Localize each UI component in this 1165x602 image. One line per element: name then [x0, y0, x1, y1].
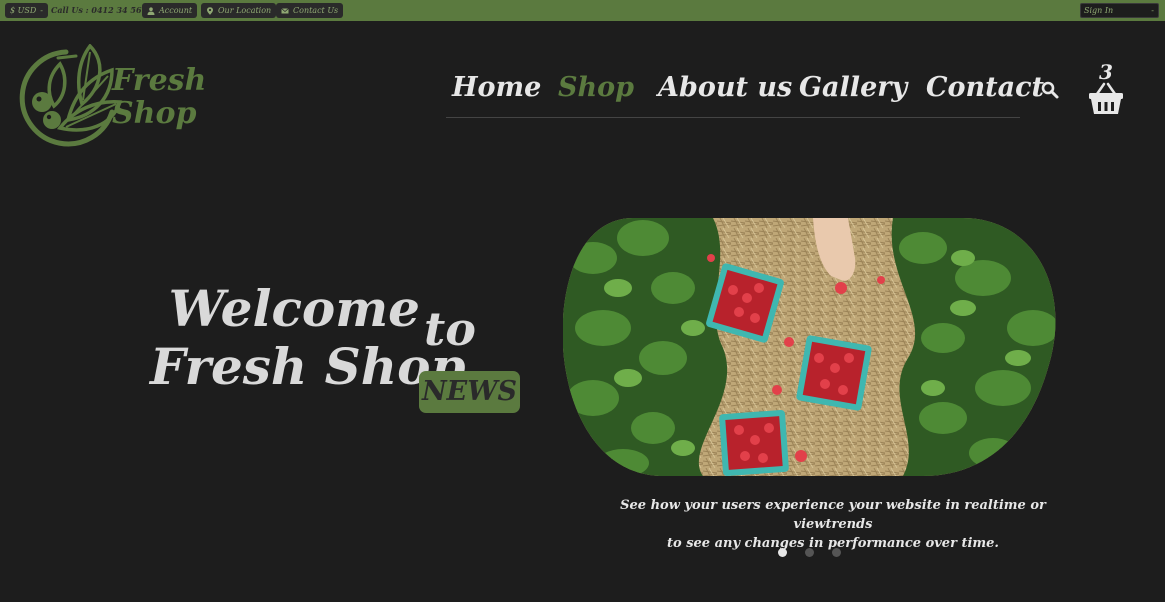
logo-line-fresh: Fresh — [112, 63, 207, 98]
hero-title-line1: Welcome — [168, 279, 420, 338]
cart-button[interactable]: 3 — [1086, 60, 1126, 118]
contact-link[interactable]: Contact Us — [276, 3, 344, 18]
hero-caption: See how your users experience your websi… — [600, 496, 1066, 553]
news-badge[interactable]: NEWS — [419, 371, 520, 413]
sign-in-label: Sign In — [1084, 6, 1114, 15]
currency-selector[interactable]: $ USD - — [5, 3, 48, 18]
location-link[interactable]: Our Location — [201, 3, 277, 18]
currency-label: $ USD — [10, 6, 37, 15]
slider-dot-3[interactable] — [832, 548, 841, 557]
shopping-basket-icon — [1089, 82, 1123, 114]
search-icon[interactable] — [1040, 80, 1060, 100]
hero-caption-line1: See how your users experience your websi… — [620, 498, 1046, 532]
hero-title: Welcome Fresh Shop — [150, 279, 466, 396]
leaf-logo-icon — [19, 43, 123, 147]
nav-contact[interactable]: Contact — [926, 72, 1044, 103]
account-link[interactable]: Account — [142, 3, 198, 18]
location-pin-icon — [207, 6, 213, 15]
sign-in-dropdown[interactable]: Sign In - — [1080, 3, 1159, 18]
logo-line-shop: Shop — [112, 96, 197, 131]
slider-dots — [773, 548, 845, 558]
user-icon — [147, 6, 155, 15]
logo-text: Fresh Shop — [112, 64, 206, 130]
top-bar: $ USD - Call Us : 0412 34 56 78 Account … — [0, 0, 1165, 21]
nav-home[interactable]: Home — [452, 72, 541, 103]
envelope-icon — [281, 7, 289, 13]
hero-title-line2: Fresh Shop — [150, 337, 466, 396]
nav-about-us[interactable]: About us — [658, 72, 792, 103]
hero-image — [563, 218, 1056, 476]
account-label: Account — [159, 6, 193, 15]
slider-dot-2[interactable] — [805, 548, 814, 557]
contact-label: Contact Us — [293, 6, 339, 15]
slider-dot-1[interactable] — [778, 548, 787, 557]
chevron-down-icon: - — [1151, 6, 1154, 15]
location-label: Our Location — [218, 6, 272, 15]
hero-to: to — [424, 302, 476, 356]
logo[interactable]: Fresh Shop — [16, 43, 206, 150]
cart-count: 3 — [1099, 60, 1113, 84]
nav-gallery[interactable]: Gallery — [799, 72, 907, 103]
nav-shop[interactable]: Shop — [558, 72, 634, 103]
call-us-text: Call Us : 0412 34 56 78 — [51, 5, 156, 15]
main-nav: Home Shop About us Gallery Contact — [446, 64, 1044, 118]
